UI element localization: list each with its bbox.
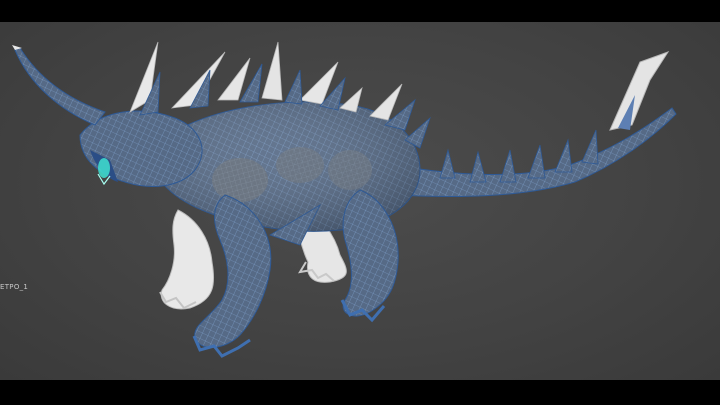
far-front-leg <box>159 209 215 310</box>
letterbox-bottom <box>0 380 720 405</box>
eye-glow <box>98 158 110 178</box>
letterbox-top <box>0 0 720 22</box>
video-frame: ETPO_1 <box>0 0 720 405</box>
creature-model[interactable] <box>0 22 720 380</box>
object-name-label: ETPO_1 <box>0 283 29 291</box>
head-horn <box>12 45 106 126</box>
head <box>79 110 203 187</box>
3d-viewport[interactable]: ETPO_1 <box>0 22 720 380</box>
